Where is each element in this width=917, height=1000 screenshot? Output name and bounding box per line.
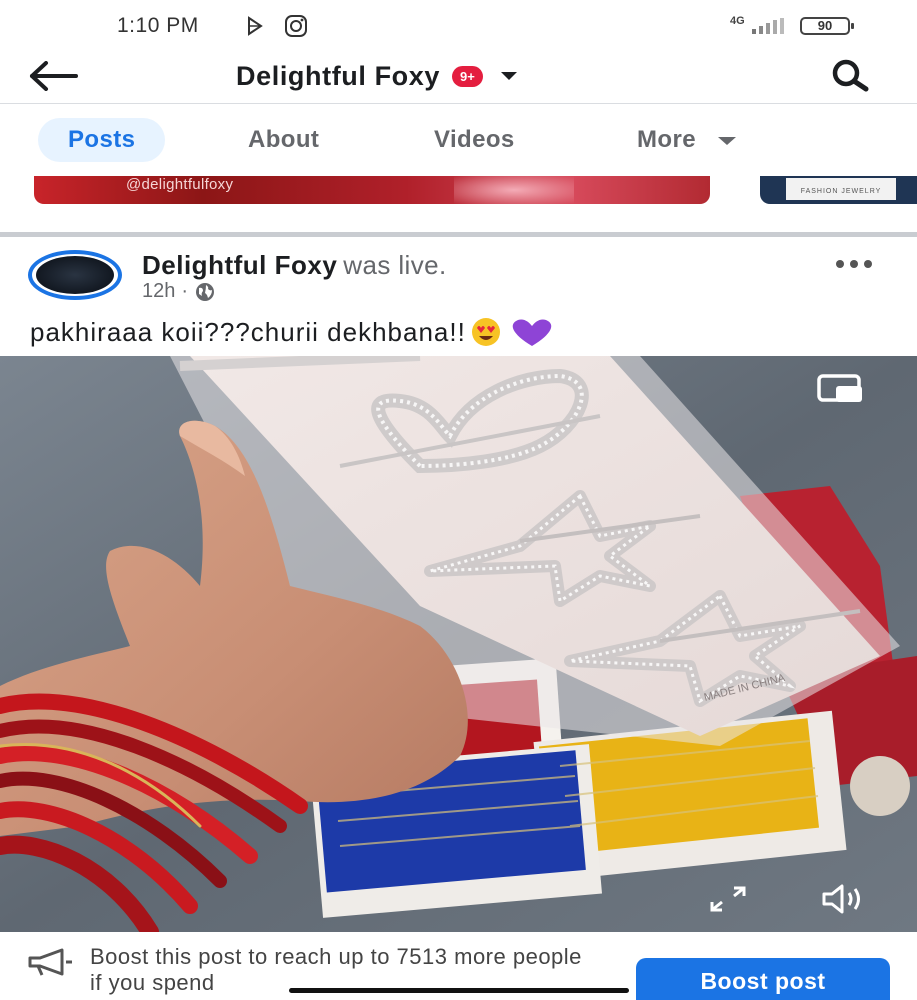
notification-badge: 9+ xyxy=(452,65,483,87)
play-store-icon xyxy=(248,16,263,36)
picture-in-picture-button[interactable] xyxy=(814,372,868,406)
caption-text: pakhiraaa koii???churii dekhbana!! xyxy=(30,316,466,347)
post-author[interactable]: Delightful Foxy xyxy=(142,250,337,280)
tab-about[interactable]: About xyxy=(248,118,319,162)
network-type: 4G xyxy=(730,15,745,27)
featured-post-card-2[interactable]: FASHION JEWELRY xyxy=(760,176,917,204)
search-button[interactable] xyxy=(826,58,874,94)
post-author-line: Delightful Foxy was live. xyxy=(142,250,447,281)
jewelry-tag: FASHION JEWELRY xyxy=(786,178,896,200)
status-time: 1:10 PM xyxy=(117,14,199,37)
featured-strip: @delightfulfoxy FASHION JEWELRY xyxy=(0,176,917,206)
post-video[interactable]: MADE IN CHINA xyxy=(0,356,917,932)
featured-post-card[interactable]: @delightfulfoxy xyxy=(34,176,710,204)
heart-eyes-emoji xyxy=(471,318,500,346)
video-frame: MADE IN CHINA xyxy=(0,356,917,932)
avatar-image xyxy=(36,256,114,294)
page-title-switcher[interactable]: Delightful Foxy 9+ xyxy=(236,56,517,96)
post-meta: 12h · xyxy=(142,280,216,303)
post-header: Delightful Foxy was live. 12h · xyxy=(0,240,917,312)
battery-icon: 90 xyxy=(800,17,854,35)
more-dot-icon xyxy=(836,260,844,268)
expand-icon xyxy=(710,886,746,912)
volume-icon xyxy=(822,884,860,914)
post-caption: pakhiraaa koii???churii dekhbana!! xyxy=(30,316,558,348)
back-arrow-icon xyxy=(30,61,78,91)
volume-button[interactable] xyxy=(818,882,872,916)
section-divider xyxy=(0,232,917,237)
tab-more-label: More xyxy=(637,126,696,153)
post-time[interactable]: 12h xyxy=(142,280,175,303)
caret-down-icon xyxy=(717,136,736,145)
battery-level: 90 xyxy=(817,18,833,33)
featured-handle: @delightfulfoxy xyxy=(126,176,234,193)
back-button[interactable] xyxy=(28,56,84,96)
search-icon xyxy=(832,59,869,92)
status-bar: 1:10 PM 4G 90 xyxy=(0,0,917,52)
page-tabs: Posts About Videos More xyxy=(0,112,917,168)
decorative-glow xyxy=(454,176,574,204)
page-title: Delightful Foxy xyxy=(236,60,440,91)
more-dot-icon xyxy=(864,260,872,268)
more-dot-icon xyxy=(850,260,858,268)
tab-videos[interactable]: Videos xyxy=(434,118,515,162)
signal-icon xyxy=(752,18,784,34)
post-action: was live. xyxy=(343,250,447,280)
chevron-down-icon xyxy=(500,72,517,80)
avatar[interactable] xyxy=(28,250,122,300)
tab-more[interactable]: More xyxy=(637,118,736,162)
instagram-icon xyxy=(285,15,307,37)
app-header: Delightful Foxy 9+ xyxy=(0,52,917,104)
boost-post-button[interactable]: Boost post xyxy=(636,958,890,1000)
tab-posts[interactable]: Posts xyxy=(38,118,166,162)
pip-icon xyxy=(817,374,862,402)
meta-separator: · xyxy=(181,280,189,302)
megaphone-icon xyxy=(28,948,72,976)
post-options-button[interactable] xyxy=(832,254,876,274)
fullscreen-button[interactable] xyxy=(706,884,750,914)
purple-heart-emoji xyxy=(512,319,552,346)
home-indicator[interactable] xyxy=(289,988,629,993)
globe-icon xyxy=(196,282,215,301)
